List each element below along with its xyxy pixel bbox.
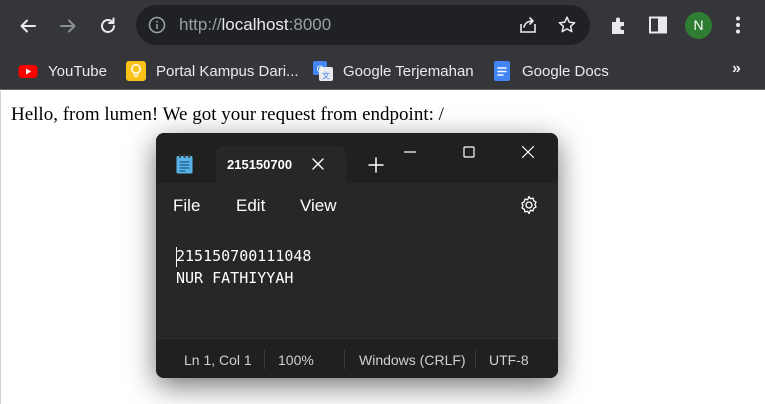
status-cursor-position: Ln 1, Col 1	[184, 352, 252, 368]
url-host: localhost	[221, 15, 289, 34]
window-close-icon[interactable]	[517, 141, 539, 163]
notepad-titlebar[interactable]: 215150700111048	[156, 133, 558, 183]
bookmark-google-translate[interactable]: G文 Google Terjemahan	[313, 59, 474, 83]
address-bar[interactable]: http://localhost:8000	[136, 5, 590, 45]
side-panel-icon[interactable]	[647, 14, 669, 36]
back-icon	[20, 19, 36, 33]
bookmark-label: Google Docs	[522, 62, 609, 80]
new-tab-icon[interactable]	[366, 155, 386, 175]
forward-button[interactable]	[52, 10, 84, 42]
status-zoom[interactable]: 100%	[278, 352, 314, 368]
notepad-window: 215150700111048 File Edit View 215150700…	[156, 133, 558, 378]
bookmark-label: Portal Kampus Dari...	[156, 62, 299, 80]
status-divider	[264, 350, 265, 369]
notepad-menubar: File Edit View	[156, 183, 558, 225]
maximize-icon[interactable]	[458, 141, 480, 163]
site-info-icon[interactable]	[148, 16, 166, 34]
reload-button[interactable]	[92, 10, 124, 42]
back-button[interactable]	[12, 10, 44, 42]
google-translate-icon: G文	[313, 61, 333, 81]
reload-icon	[101, 17, 115, 33]
url-scheme: http://	[179, 15, 222, 34]
notepad-status-bar: Ln 1, Col 1 100% Windows (CRLF) UTF-8	[156, 338, 558, 378]
text-line: NUR FATHIYYAH	[176, 269, 294, 287]
bookmark-label: Google Terjemahan	[343, 62, 474, 80]
settings-gear-icon[interactable]	[518, 194, 540, 216]
bookmark-google-docs[interactable]: Google Docs	[492, 59, 609, 83]
browser-toolbar: http://localhost:8000 N	[0, 0, 765, 52]
close-icon[interactable]	[309, 155, 327, 173]
extensions-icon[interactable]	[608, 14, 630, 36]
bookmarks-bar: YouTube Portal Kampus Dari... G文 Google …	[0, 52, 765, 90]
google-docs-icon	[494, 61, 510, 81]
menu-file[interactable]: File	[173, 196, 200, 216]
minimize-icon[interactable]	[399, 141, 421, 163]
menu-edit[interactable]: Edit	[236, 196, 265, 216]
profile-avatar[interactable]: N	[685, 12, 712, 39]
menu-icon[interactable]	[727, 14, 749, 36]
svg-text:文: 文	[322, 71, 330, 81]
bookmark-portal-kampus[interactable]: Portal Kampus Dari...	[126, 59, 299, 83]
status-divider	[475, 350, 476, 369]
notepad-tab[interactable]: 215150700111048	[216, 146, 346, 183]
page-body-text: Hello, from lumen! We got your request f…	[11, 104, 444, 125]
youtube-icon	[18, 65, 38, 78]
share-icon[interactable]	[518, 15, 538, 35]
notepad-tab-title: 215150700111048	[227, 157, 293, 172]
star-icon[interactable]	[557, 15, 577, 35]
notepad-text-area[interactable]: 215150700111048 NUR FATHIYYAH	[156, 225, 558, 338]
status-line-ending[interactable]: Windows (CRLF)	[359, 352, 466, 368]
status-divider	[344, 350, 345, 369]
text-line: 215150700111048	[176, 247, 312, 265]
bookmark-youtube[interactable]: YouTube	[18, 59, 107, 83]
status-encoding[interactable]: UTF-8	[489, 352, 529, 368]
forward-icon	[60, 19, 76, 33]
url-text[interactable]: http://localhost:8000	[179, 14, 331, 36]
bookmark-label: YouTube	[48, 62, 107, 80]
lightbulb-icon	[126, 61, 146, 81]
bookmarks-overflow-button[interactable]: »	[732, 60, 741, 78]
url-port: :8000	[288, 15, 332, 34]
notepad-app-icon	[176, 154, 193, 174]
menu-view[interactable]: View	[300, 196, 337, 216]
